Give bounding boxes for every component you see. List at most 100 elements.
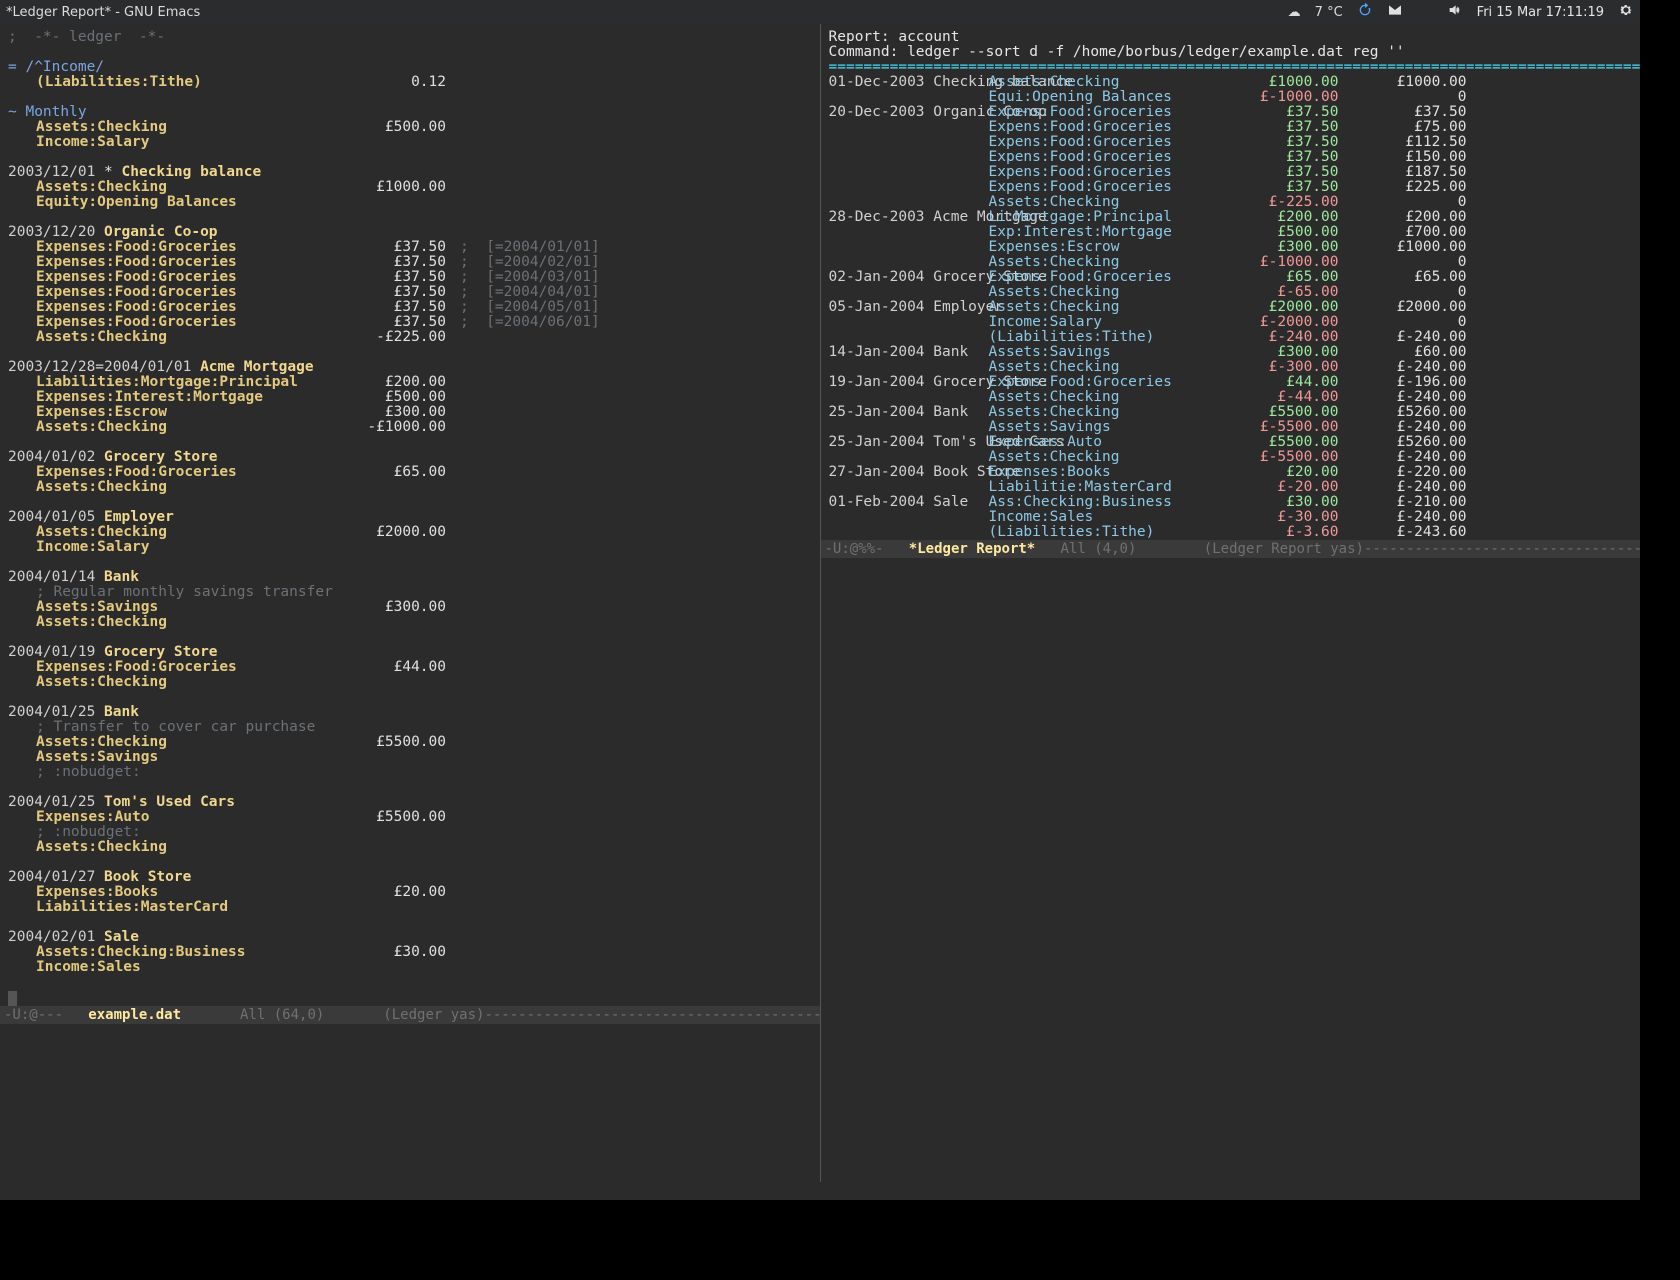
source-line[interactable]: 2004/01/25 Bank bbox=[8, 705, 812, 720]
source-line[interactable]: = /^Income/ bbox=[8, 60, 812, 75]
source-line[interactable]: Assets:Checking:Business£30.00 bbox=[8, 945, 812, 960]
source-line[interactable] bbox=[8, 90, 812, 105]
source-line[interactable]: 2004/02/01 Sale bbox=[8, 930, 812, 945]
report-row: 01-Dec-2003 Checking balanceAssets:Check… bbox=[829, 75, 1633, 90]
source-line[interactable] bbox=[8, 975, 812, 990]
source-line[interactable]: Assets:Checking bbox=[8, 840, 812, 855]
topbar: *Ledger Report* - GNU Emacs ☁ 7 °C Fri 1… bbox=[0, 0, 1640, 24]
source-line[interactable]: ; :nobudget: bbox=[8, 825, 812, 840]
source-line[interactable] bbox=[8, 495, 812, 510]
source-line[interactable]: Assets:Savings£300.00 bbox=[8, 600, 812, 615]
source-line[interactable]: Assets:Checking bbox=[8, 615, 812, 630]
source-line[interactable]: 2004/01/14 Bank bbox=[8, 570, 812, 585]
report-row: 02-Jan-2004 Grocery StoreExpens:Food:Gro… bbox=[829, 270, 1633, 285]
source-line[interactable]: Expenses:Interest:Mortgage£500.00 bbox=[8, 390, 812, 405]
mail-icon[interactable] bbox=[1387, 2, 1403, 22]
source-line[interactable]: Assets:Checking-£1000.00 bbox=[8, 420, 812, 435]
modeline-right: -U:@%%- *Ledger Report* All (4,0) (Ledge… bbox=[821, 540, 1641, 558]
source-line[interactable] bbox=[8, 915, 812, 930]
report-header: Report: account bbox=[829, 30, 1633, 45]
source-line[interactable]: Expenses:Food:Groceries£44.00 bbox=[8, 660, 812, 675]
source-line[interactable]: 2004/01/19 Grocery Store bbox=[8, 645, 812, 660]
source-line[interactable]: Expenses:Food:Groceries£37.50; [=2004/06… bbox=[8, 315, 812, 330]
source-line[interactable]: ~ Monthly bbox=[8, 105, 812, 120]
source-line[interactable]: Assets:Checking-£225.00 bbox=[8, 330, 812, 345]
ledger-report-pane[interactable]: Report: accountCommand: ledger --sort d … bbox=[821, 24, 1641, 1182]
report-row: 14-Jan-2004 BankAssets:Savings£300.00£60… bbox=[829, 345, 1633, 360]
source-line[interactable]: (Liabilities:Tithe)0.12 bbox=[8, 75, 812, 90]
source-line[interactable]: ; Regular monthly savings transfer bbox=[8, 585, 812, 600]
window-title: *Ledger Report* - GNU Emacs bbox=[6, 5, 200, 20]
source-line[interactable]: Expenses:Books£20.00 bbox=[8, 885, 812, 900]
report-row: Assets:Checking£-225.000 bbox=[829, 195, 1633, 210]
ledger-source-pane[interactable]: ; -*- ledger -*- = /^Income/(Liabilities:… bbox=[0, 24, 821, 1182]
report-row: Expens:Food:Groceries£37.50£187.50 bbox=[829, 165, 1633, 180]
source-line[interactable] bbox=[8, 210, 812, 225]
report-row: (Liabilities:Tithe)£-240.00£-240.00 bbox=[829, 330, 1633, 345]
source-line[interactable] bbox=[8, 345, 812, 360]
report-row: Equi:Opening Balances£-1000.000 bbox=[829, 90, 1633, 105]
network-icon[interactable] bbox=[1417, 2, 1433, 22]
source-line[interactable]: 2004/01/25 Tom's Used Cars bbox=[8, 795, 812, 810]
source-line[interactable]: Assets:Savings bbox=[8, 750, 812, 765]
refresh-icon[interactable] bbox=[1357, 2, 1373, 22]
source-line[interactable]: Expenses:Food:Groceries£37.50; [=2004/01… bbox=[8, 240, 812, 255]
source-line[interactable]: Expenses:Auto£5500.00 bbox=[8, 810, 812, 825]
report-command: Command: ledger --sort d -f /home/borbus… bbox=[829, 45, 1633, 60]
report-row: Expens:Food:Groceries£37.50£75.00 bbox=[829, 120, 1633, 135]
source-line[interactable]: Expenses:Escrow£300.00 bbox=[8, 405, 812, 420]
source-line[interactable]: 2004/01/02 Grocery Store bbox=[8, 450, 812, 465]
clock: Fri 15 Mar 17:11:19 bbox=[1477, 5, 1604, 20]
report-row: Expenses:Escrow£300.00£1000.00 bbox=[829, 240, 1633, 255]
report-row: Liabilitie:MasterCard£-20.00£-240.00 bbox=[829, 480, 1633, 495]
report-separator: ========================================… bbox=[829, 60, 1633, 75]
report-row: Income:Sales£-30.00£-240.00 bbox=[829, 510, 1633, 525]
source-line[interactable] bbox=[8, 555, 812, 570]
report-row: 27-Jan-2004 Book StoreExpenses:Books£20.… bbox=[829, 465, 1633, 480]
report-row: Assets:Checking£-300.00£-240.00 bbox=[829, 360, 1633, 375]
source-line[interactable]: Expenses:Food:Groceries£65.00 bbox=[8, 465, 812, 480]
source-line[interactable] bbox=[8, 855, 812, 870]
report-row: 05-Jan-2004 EmployerAssets:Checking£2000… bbox=[829, 300, 1633, 315]
volume-icon[interactable] bbox=[1447, 2, 1463, 22]
report-row: Assets:Checking£-44.00£-240.00 bbox=[829, 390, 1633, 405]
source-line[interactable]: Income:Salary bbox=[8, 135, 812, 150]
source-line[interactable] bbox=[8, 45, 812, 60]
source-line[interactable] bbox=[8, 435, 812, 450]
source-line[interactable] bbox=[8, 690, 812, 705]
source-line[interactable]: Assets:Checking£5500.00 bbox=[8, 735, 812, 750]
source-line[interactable]: ; :nobudget: bbox=[8, 765, 812, 780]
source-line[interactable]: ; -*- ledger -*- bbox=[8, 30, 812, 45]
source-line[interactable]: 2003/12/28=2004/01/01 Acme Mortgage bbox=[8, 360, 812, 375]
source-line[interactable]: Income:Sales bbox=[8, 960, 812, 975]
source-line[interactable] bbox=[8, 780, 812, 795]
source-line[interactable]: Assets:Checking bbox=[8, 675, 812, 690]
source-line[interactable]: Expenses:Food:Groceries£37.50; [=2004/03… bbox=[8, 270, 812, 285]
source-line[interactable]: 2003/12/20 Organic Co-op bbox=[8, 225, 812, 240]
source-line[interactable]: 2004/01/27 Book Store bbox=[8, 870, 812, 885]
report-row: Assets:Savings£-5500.00£-240.00 bbox=[829, 420, 1633, 435]
source-line[interactable] bbox=[8, 150, 812, 165]
source-line[interactable]: Assets:Checking£1000.00 bbox=[8, 180, 812, 195]
source-line[interactable]: Equity:Opening Balances bbox=[8, 195, 812, 210]
source-line[interactable]: ; Transfer to cover car purchase bbox=[8, 720, 812, 735]
source-line[interactable]: 2004/01/05 Employer bbox=[8, 510, 812, 525]
source-line[interactable]: 2003/12/01 * Checking balance bbox=[8, 165, 812, 180]
report-row: Income:Salary£-2000.000 bbox=[829, 315, 1633, 330]
source-line[interactable]: Liabilities:Mortgage:Principal£200.00 bbox=[8, 375, 812, 390]
source-line[interactable]: Liabilities:MasterCard bbox=[8, 900, 812, 915]
source-line[interactable]: Expenses:Food:Groceries£37.50; [=2004/04… bbox=[8, 285, 812, 300]
system-tray: ☁ 7 °C Fri 15 Mar 17:11:19 bbox=[1288, 2, 1634, 22]
source-line[interactable]: Expenses:Food:Groceries£37.50; [=2004/02… bbox=[8, 255, 812, 270]
report-row: (Liabilities:Tithe)£-3.60£-243.60 bbox=[829, 525, 1633, 540]
settings-icon[interactable] bbox=[1618, 2, 1634, 22]
source-line[interactable]: Assets:Checking£2000.00 bbox=[8, 525, 812, 540]
source-line[interactable]: Assets:Checking£500.00 bbox=[8, 120, 812, 135]
minibuffer[interactable] bbox=[0, 1182, 1640, 1200]
report-row: 19-Jan-2004 Grocery StoreExpens:Food:Gro… bbox=[829, 375, 1633, 390]
source-line[interactable]: Expenses:Food:Groceries£37.50; [=2004/05… bbox=[8, 300, 812, 315]
source-line[interactable] bbox=[8, 630, 812, 645]
source-line[interactable]: Income:Salary bbox=[8, 540, 812, 555]
weather-icon: ☁ bbox=[1288, 5, 1301, 20]
source-line[interactable]: Assets:Checking bbox=[8, 480, 812, 495]
